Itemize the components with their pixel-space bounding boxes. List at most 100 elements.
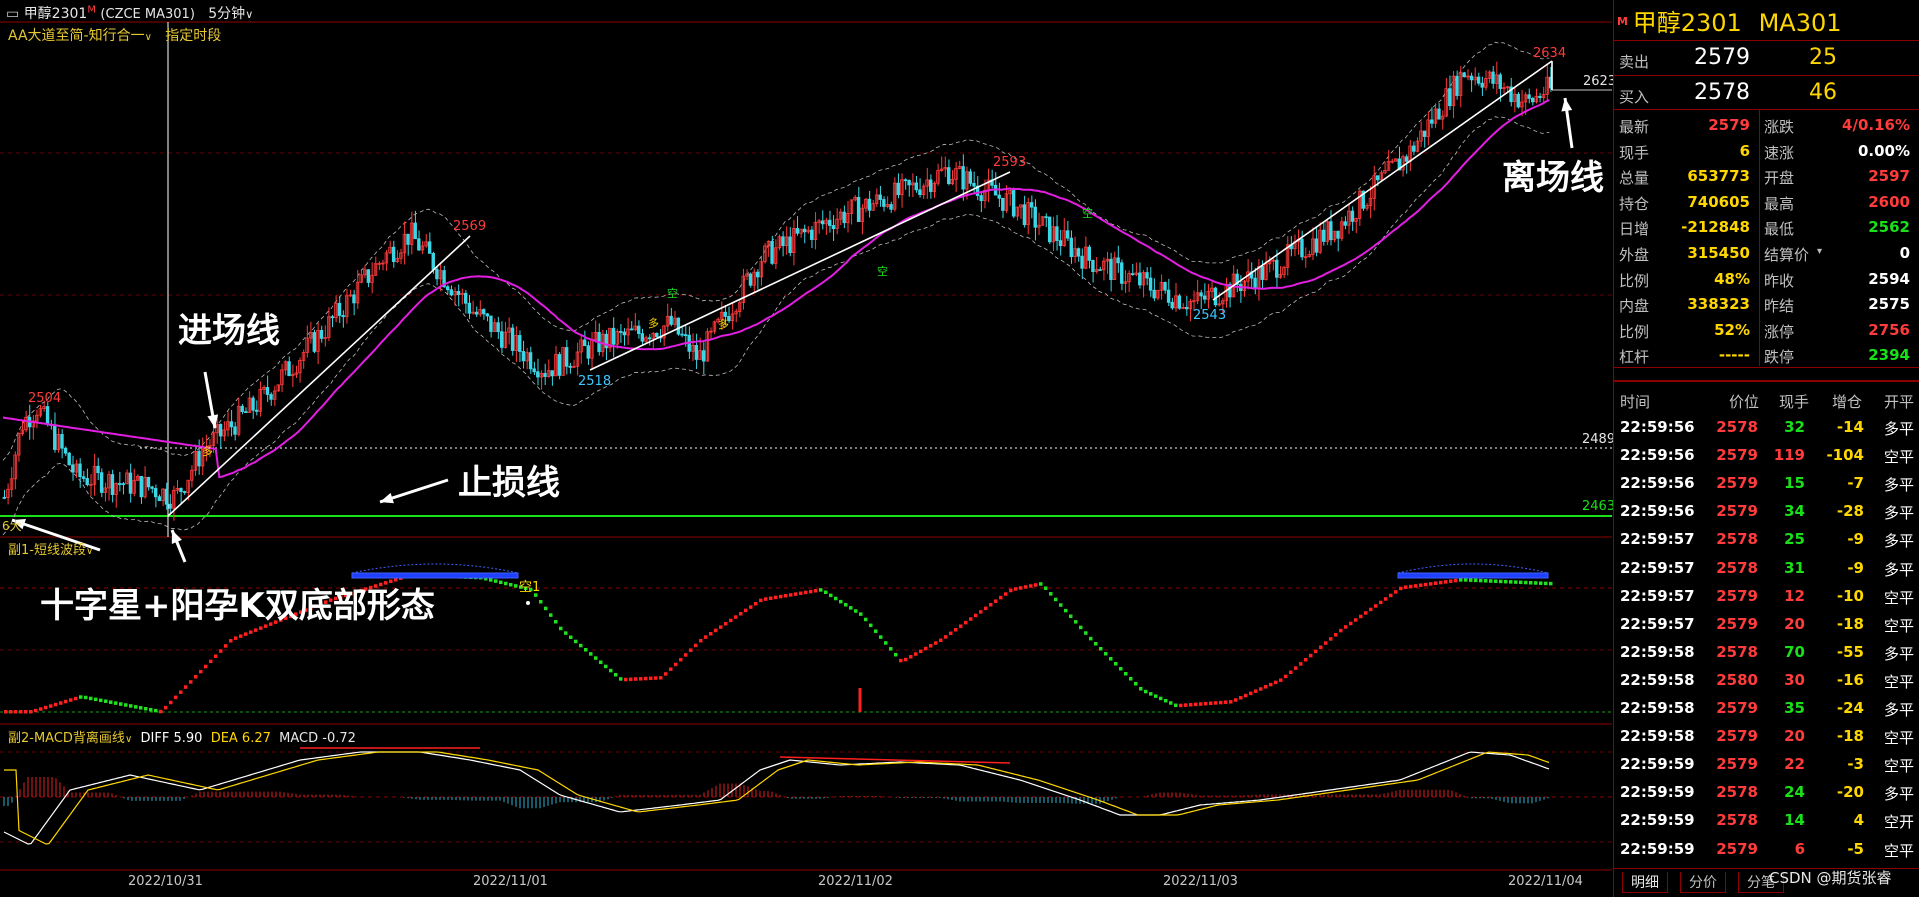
candle xyxy=(968,171,973,184)
quote-field-value: 740605 xyxy=(1687,192,1750,211)
wave-dot xyxy=(684,653,688,657)
wave-dot xyxy=(1289,670,1293,674)
candle xyxy=(500,331,504,348)
quote-field-value: 2575 xyxy=(1868,295,1910,314)
candle xyxy=(680,333,684,336)
wave-dot xyxy=(1284,674,1288,679)
date-label-5: 2022/11/04 xyxy=(1508,874,1583,889)
candle xyxy=(1055,226,1059,242)
wave-dot xyxy=(644,676,648,681)
candle xyxy=(427,241,432,254)
signal-long-3: 多 xyxy=(718,318,729,331)
candle xyxy=(1404,156,1409,162)
candle xyxy=(842,211,846,224)
candle xyxy=(1170,301,1174,309)
watermark: CSDN @期货张睿 xyxy=(1769,869,1892,887)
wave-dot xyxy=(1279,678,1283,682)
sub2-title[interactable]: 副2-MACD背离画线 xyxy=(8,731,125,746)
candle xyxy=(2,496,6,499)
candle xyxy=(1080,255,1084,269)
tick-row: 22:59:57 2579 20 -18 空平 xyxy=(1614,610,1919,638)
tick-time: 22:59:56 xyxy=(1620,474,1695,493)
tick-row: 22:59:58 2579 35 -24 多平 xyxy=(1614,694,1919,722)
candle xyxy=(182,491,187,493)
menu-icon[interactable]: ▭ xyxy=(6,6,19,22)
candle xyxy=(150,486,154,489)
tick-type: 多平 xyxy=(1884,532,1915,551)
tick-type: 多平 xyxy=(1884,785,1915,804)
wave-dot xyxy=(129,704,133,708)
tick-volume: 32 xyxy=(1784,418,1805,436)
chevron-down-icon[interactable]: ∨ xyxy=(86,546,93,557)
main-indicator-option[interactable]: 指定时段 xyxy=(165,28,221,44)
candle xyxy=(1148,277,1153,291)
wave-dot xyxy=(1019,586,1023,590)
tick-time: 22:59:59 xyxy=(1620,839,1695,858)
wave-dot xyxy=(1244,693,1248,698)
candle xyxy=(1202,295,1207,300)
macd-dea-line xyxy=(4,751,1550,845)
tab-detail[interactable]: 明细 xyxy=(1622,872,1668,893)
chevron-down-icon[interactable]: ∨ xyxy=(245,8,253,21)
wave-dot xyxy=(1364,611,1368,615)
tick-type: 空平 xyxy=(1884,841,1915,860)
candle xyxy=(1538,95,1542,98)
sell-volume: 25 xyxy=(1809,45,1837,70)
candle xyxy=(1130,273,1135,276)
tick-row: 22:59:56 2578 32 -14 多平 xyxy=(1614,413,1919,441)
wave-dot xyxy=(59,701,63,705)
candle xyxy=(543,373,547,377)
candle xyxy=(655,332,659,338)
candle xyxy=(1029,202,1034,208)
candle xyxy=(485,313,490,317)
wave-dot xyxy=(729,618,733,623)
chevron-down-icon[interactable]: ∨ xyxy=(125,734,132,745)
tick-open-interest: -14 xyxy=(1836,418,1864,436)
candle xyxy=(647,337,652,340)
sell-label: 卖出 xyxy=(1619,53,1650,71)
quote-field-value: 0 xyxy=(1899,244,1910,262)
wave-dot xyxy=(1369,607,1373,612)
main-indicator-name[interactable]: AA大道至简-知行合一 xyxy=(8,28,145,44)
tick-open-interest: -16 xyxy=(1836,670,1864,689)
kline-chart-canvas[interactable] xyxy=(0,0,1612,897)
tick-open-interest: -7 xyxy=(1847,474,1864,493)
candle xyxy=(831,225,836,230)
wave-dot xyxy=(1469,578,1473,582)
wave-dot xyxy=(859,612,863,616)
wave-dot xyxy=(1529,581,1533,585)
period-selector[interactable]: 5分钟 xyxy=(208,6,245,22)
wave-dot xyxy=(29,710,33,714)
wave-dot xyxy=(639,677,643,681)
chevron-down-icon[interactable]: ∨ xyxy=(145,32,152,43)
wave-dot xyxy=(209,659,213,664)
candle xyxy=(330,316,335,319)
tick-volume: 30 xyxy=(1784,670,1805,689)
dropdown-arrow-icon[interactable]: ▾ xyxy=(1817,246,1822,257)
tick-open-interest: -55 xyxy=(1836,642,1864,661)
wave-dot xyxy=(849,606,853,610)
wave-dot xyxy=(1349,621,1353,626)
candle xyxy=(1412,145,1416,152)
wave-dot xyxy=(789,593,793,597)
kline-chart-area[interactable]: ▭ 甲醇2301M (CZCE MA301) 5分钟∨ AA大道至简-知行合一∨… xyxy=(0,0,1616,897)
wave-dot xyxy=(1264,685,1268,689)
tick-time: 22:59:58 xyxy=(1620,727,1695,746)
candle xyxy=(1530,98,1535,103)
wave-dot xyxy=(49,704,53,708)
tick-volume: 6 xyxy=(1794,839,1805,858)
annotation-exit-line: 离场线 xyxy=(1502,158,1604,198)
candle xyxy=(878,194,882,200)
candle xyxy=(640,333,645,342)
quote-field-label: 日增 xyxy=(1619,220,1650,239)
wave-dot xyxy=(1464,578,1468,582)
signal-short-1: 空 xyxy=(667,287,678,300)
tab-price[interactable]: 分价 xyxy=(1680,872,1726,893)
candle xyxy=(795,228,800,234)
wave-dot xyxy=(1509,580,1513,584)
quote-row: 日增 -212848 最低 2562 xyxy=(1614,214,1919,240)
sub1-title[interactable]: 副1-短线波段 xyxy=(8,543,86,558)
tick-row: 22:59:59 2578 24 -20 多平 xyxy=(1614,778,1919,806)
wave-dot xyxy=(1424,582,1428,587)
quote-field-value: 2756 xyxy=(1868,320,1910,339)
